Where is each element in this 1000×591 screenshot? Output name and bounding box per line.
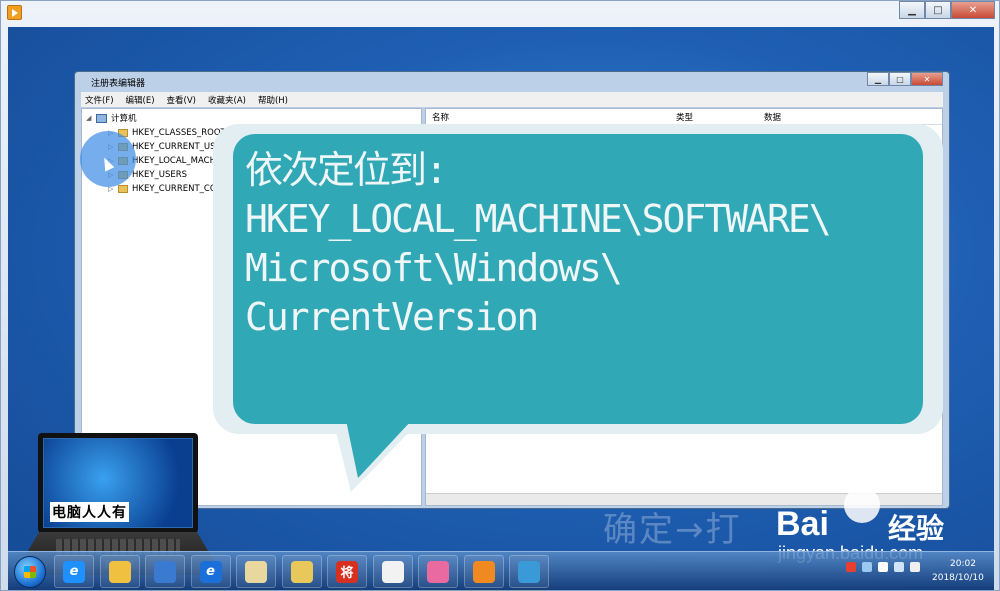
folder-icon bbox=[118, 185, 128, 193]
taskbar-button-ie-2[interactable]: e bbox=[190, 555, 231, 588]
ie-icon: e bbox=[63, 560, 85, 583]
minimize-button[interactable]: ▁ bbox=[899, 1, 925, 19]
player-app-icon bbox=[472, 560, 495, 583]
tree-root-computer[interactable]: ◢ 计算机 bbox=[86, 111, 137, 125]
laptop-display: 电脑人人有 bbox=[43, 438, 193, 528]
computer-icon bbox=[96, 113, 107, 123]
menu-help[interactable]: 帮助(H) bbox=[258, 94, 288, 106]
taskbar-button-media[interactable] bbox=[145, 555, 185, 588]
taskbar-button-qq-game[interactable] bbox=[418, 555, 458, 588]
menu-edit[interactable]: 编辑(E) bbox=[126, 94, 155, 106]
player-app-icon[interactable] bbox=[7, 5, 22, 20]
baidu-paw-icon bbox=[844, 487, 880, 523]
logo-caption: 电脑人人有 bbox=[50, 502, 129, 522]
clock-date[interactable]: 2018/10/10 bbox=[932, 573, 984, 583]
player-titlebar: ▁ □ ✕ bbox=[1, 1, 999, 25]
player-caption-buttons: ▁ □ ✕ bbox=[899, 1, 995, 19]
taskbar-button-regedit-app[interactable] bbox=[509, 555, 549, 588]
taskbar-button-player-app[interactable] bbox=[463, 555, 504, 588]
menu-file[interactable]: 文件(F) bbox=[85, 94, 114, 106]
tray-app-icon[interactable] bbox=[846, 562, 856, 572]
maximize-icon: □ bbox=[933, 4, 943, 16]
taskbar-button-folder-app[interactable] bbox=[281, 555, 322, 588]
regedit-maximize-button[interactable]: □ bbox=[889, 72, 911, 86]
close-icon: ✕ bbox=[923, 74, 931, 84]
close-button[interactable]: ✕ bbox=[951, 1, 995, 19]
tray-network-icon[interactable] bbox=[862, 562, 872, 572]
minimize-icon: ▁ bbox=[874, 74, 882, 84]
tray-flag-icon[interactable] bbox=[878, 562, 888, 572]
menu-favorites[interactable]: 收藏夹(A) bbox=[208, 94, 246, 106]
speech-bubble-tail-fill bbox=[346, 420, 412, 478]
explorer-icon bbox=[108, 560, 131, 583]
taskbar-button-pinwheel[interactable] bbox=[372, 555, 413, 588]
tree-root-label: 计算机 bbox=[111, 114, 137, 124]
column-header-name[interactable]: 名称 bbox=[426, 111, 670, 123]
taskbar: e e 将 20:02 2018/10/10 bbox=[8, 551, 994, 590]
collapse-arrow-icon[interactable]: ◢ bbox=[86, 114, 96, 122]
taskbar-button-jiang-app[interactable]: 将 bbox=[327, 555, 367, 588]
jiang-app-icon: 将 bbox=[336, 560, 358, 583]
maximize-icon: □ bbox=[896, 74, 904, 84]
video-player-window: ▁ □ ✕ 注册表编辑器 ▁ □ ✕ 文件(F) 编辑(E) 查看(V) 收藏夹… bbox=[0, 0, 1000, 591]
start-button[interactable] bbox=[14, 556, 46, 588]
baidu-logo: Bai bbox=[776, 505, 829, 543]
taskbar-button-ie[interactable]: e bbox=[54, 555, 94, 588]
close-icon: ✕ bbox=[968, 4, 978, 16]
menu-view[interactable]: 查看(V) bbox=[167, 94, 196, 106]
taskbar-button-paint[interactable] bbox=[236, 555, 276, 588]
tray-signal-icon[interactable] bbox=[894, 562, 904, 572]
laptop-screen: 电脑人人有 bbox=[38, 433, 198, 533]
ie-icon-2: e bbox=[199, 560, 222, 583]
qq-game-icon bbox=[427, 560, 449, 583]
instruction-text: 依次定位到: HKEY_LOCAL_MACHINE\SOFTWARE\ Micr… bbox=[245, 146, 832, 342]
regedit-minimize-button[interactable]: ▁ bbox=[867, 72, 889, 86]
registry-editor-title: 注册表编辑器 bbox=[91, 79, 146, 89]
tray-volume-icon[interactable] bbox=[910, 562, 920, 572]
speech-bubble: 依次定位到: HKEY_LOCAL_MACHINE\SOFTWARE\ Micr… bbox=[213, 124, 943, 499]
folder-app-icon bbox=[290, 560, 313, 583]
instruction-line-4: CurrentVersion bbox=[245, 295, 539, 339]
baidu-jingyan-label: 经验 bbox=[888, 512, 945, 545]
maximize-button[interactable]: □ bbox=[925, 1, 951, 19]
instruction-line-2: HKEY_LOCAL_MACHINE\SOFTWARE\ bbox=[245, 197, 832, 241]
system-tray: 20:02 2018/10/10 bbox=[840, 556, 990, 588]
regedit-close-button[interactable]: ✕ bbox=[911, 72, 943, 86]
pinwheel-icon bbox=[381, 560, 404, 583]
desktop: 注册表编辑器 ▁ □ ✕ 文件(F) 编辑(E) 查看(V) 收藏夹(A) 帮助… bbox=[8, 27, 994, 590]
tree-item-label: HKEY_CLASSES_ROOT bbox=[132, 128, 226, 138]
paint-icon bbox=[245, 560, 267, 583]
regedit-caption-buttons: ▁ □ ✕ bbox=[867, 72, 943, 86]
tree-item-label: HKEY_USERS bbox=[132, 170, 188, 180]
media-icon bbox=[154, 560, 176, 583]
column-header-data[interactable]: 数据 bbox=[758, 111, 781, 123]
clock-time[interactable]: 20:02 bbox=[950, 559, 976, 569]
regedit-menubar: 文件(F) 编辑(E) 查看(V) 收藏夹(A) 帮助(H) bbox=[81, 92, 943, 107]
taskbar-button-explorer[interactable] bbox=[99, 555, 140, 588]
column-header-type[interactable]: 类型 bbox=[670, 111, 758, 123]
values-column-headers: 名称 类型 数据 bbox=[426, 109, 942, 125]
minimize-icon: ▁ bbox=[908, 4, 916, 16]
instruction-line-3: Microsoft\Windows\ bbox=[245, 246, 623, 290]
subtitle-watermark: 确定→打 bbox=[603, 510, 742, 550]
regedit-app-icon bbox=[518, 560, 540, 583]
instruction-line-1: 依次定位到: bbox=[245, 148, 448, 192]
